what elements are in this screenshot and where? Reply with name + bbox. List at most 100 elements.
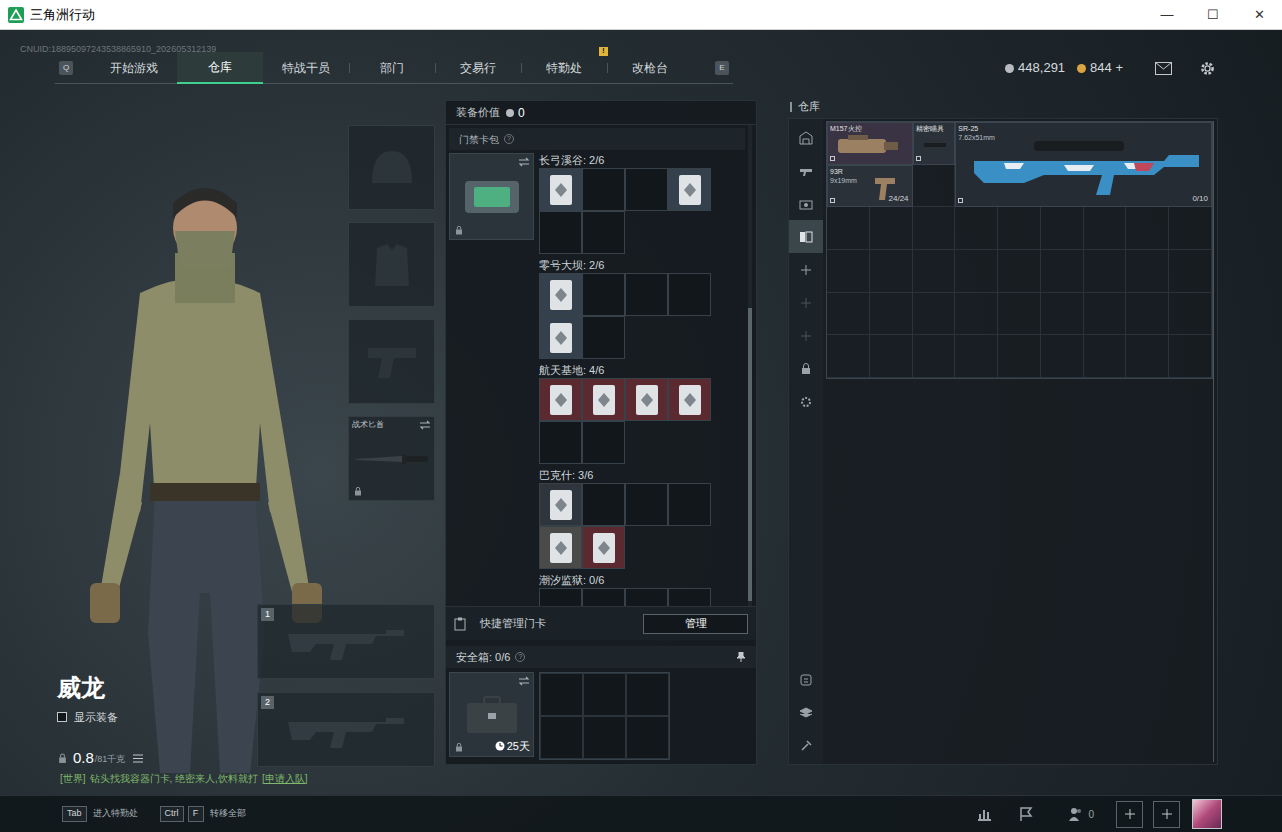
nav-tab[interactable]: 部门: [349, 52, 435, 84]
sidebar-tab[interactable]: [789, 220, 823, 253]
key-hint[interactable]: CtrlF转移全部: [160, 806, 246, 822]
keycard-slot[interactable]: [539, 526, 582, 569]
map-label: 潮汐监狱: 0/6: [539, 573, 711, 588]
sidebar-tab[interactable]: [789, 319, 823, 352]
weapon-slot[interactable]: 2: [257, 692, 435, 767]
nav-tab[interactable]: 特勤处!: [521, 52, 607, 84]
keycard-slot[interactable]: [582, 421, 625, 464]
keycard-slot[interactable]: [582, 211, 625, 254]
mail-icon[interactable]: [1155, 62, 1172, 75]
slot-number: 1: [261, 608, 274, 621]
window-control[interactable]: —: [1144, 0, 1190, 30]
prev-tab-key[interactable]: Q: [59, 61, 73, 75]
nav-tab-label: 部门: [380, 59, 404, 77]
list-icon[interactable]: [133, 754, 143, 763]
keycard-slot[interactable]: [582, 168, 625, 211]
stats-icon[interactable]: [976, 806, 992, 822]
keycard-slot[interactable]: [668, 378, 711, 421]
window-control[interactable]: ✕: [1236, 0, 1282, 30]
keycard-slot[interactable]: [539, 168, 582, 211]
sidebar-tab[interactable]: [789, 187, 823, 220]
swap-icon[interactable]: [518, 676, 530, 686]
keycard-slot[interactable]: [539, 211, 582, 254]
equipment-slot[interactable]: [348, 125, 435, 210]
nav-tab[interactable]: 交易行: [435, 52, 521, 84]
keycard-slot[interactable]: [539, 273, 582, 316]
keycard-slot[interactable]: [539, 316, 582, 359]
join-team-link[interactable]: [申请入队]: [262, 771, 308, 786]
invite-slot[interactable]: [1116, 801, 1143, 828]
nav-tab[interactable]: 开始游戏: [91, 52, 177, 84]
sidebar-tab[interactable]: [789, 154, 823, 187]
keycard-slot[interactable]: [625, 273, 668, 316]
sidebar-tab[interactable]: [789, 729, 823, 762]
warehouse-item[interactable]: 93R9x19mm24/24: [827, 165, 913, 208]
help-icon[interactable]: ?: [504, 134, 514, 144]
weapon-slot[interactable]: 1: [257, 604, 435, 679]
keycard-pack[interactable]: [449, 153, 534, 240]
keycard-slot[interactable]: [539, 421, 582, 464]
hint-label: 进入特勤处: [93, 807, 138, 821]
keycard-slot[interactable]: [539, 588, 582, 606]
keycard-slot[interactable]: [582, 378, 625, 421]
keycard-slot[interactable]: [539, 378, 582, 421]
sidebar-tab[interactable]: [789, 663, 823, 696]
helmet-icon: [367, 148, 417, 188]
player-avatar[interactable]: [1192, 799, 1222, 829]
sidebar-tab[interactable]: [789, 286, 823, 319]
warehouse-item[interactable]: M157火控: [827, 122, 913, 165]
sidebar-tab[interactable]: [789, 352, 823, 385]
swap-icon[interactable]: [518, 157, 530, 167]
window-control[interactable]: ☐: [1190, 0, 1236, 30]
nav-tab[interactable]: 改枪台: [607, 52, 693, 84]
keycard-slot[interactable]: [668, 588, 711, 606]
equipment-slot[interactable]: 战术匕首: [348, 416, 435, 501]
next-tab-key[interactable]: E: [715, 61, 729, 75]
nav-tab[interactable]: 仓库: [177, 52, 263, 84]
invite-slot[interactable]: [1153, 801, 1180, 828]
show-equipment-toggle[interactable]: 显示装备: [57, 710, 143, 724]
plus-icon: [1161, 808, 1173, 820]
keycard-slot[interactable]: [582, 483, 625, 526]
keycard-slot[interactable]: [625, 168, 668, 211]
scrollbar[interactable]: [1213, 121, 1214, 762]
keycard-slot[interactable]: [668, 483, 711, 526]
scrollbar-thumb[interactable]: [748, 308, 752, 601]
sort-icon: [798, 672, 814, 688]
keycard-slot[interactable]: [668, 168, 711, 211]
sidebar-tab[interactable]: [789, 253, 823, 286]
checkbox[interactable]: [57, 712, 67, 722]
scrollbar[interactable]: [748, 125, 752, 606]
keycard-icon: [592, 384, 616, 416]
sidebar-tab[interactable]: [789, 696, 823, 729]
equipment-slot[interactable]: [348, 319, 435, 404]
key-hint[interactable]: Tab进入特勤处: [62, 806, 138, 822]
nav-tab[interactable]: 特战干员: [263, 52, 349, 84]
keycard-slot[interactable]: [582, 316, 625, 359]
manage-button[interactable]: 管理: [643, 614, 748, 634]
coin-icon: [1077, 64, 1086, 73]
gear-icon[interactable]: [1199, 60, 1216, 77]
warehouse-item[interactable]: SR-257.62x51mm0/10: [955, 122, 1212, 207]
keycard-slot[interactable]: [668, 273, 711, 316]
sidebar-tab[interactable]: [789, 121, 823, 154]
keycard-slot[interactable]: [582, 588, 625, 606]
lock-mark: [353, 486, 363, 496]
keycard-slot[interactable]: [625, 483, 668, 526]
help-icon[interactable]: ?: [515, 652, 525, 662]
equipment-slot[interactable]: [348, 222, 435, 307]
keycard-slot[interactable]: [582, 526, 625, 569]
pin-icon[interactable]: [736, 652, 746, 662]
keycard-slot[interactable]: [582, 273, 625, 316]
nav-tab-label: 改枪台: [632, 59, 668, 77]
warehouse-item[interactable]: 精密瞄具: [913, 122, 956, 165]
flag-icon[interactable]: [1018, 806, 1034, 822]
sidebar-tab[interactable]: [789, 385, 823, 418]
safe-case-icon: [464, 695, 520, 735]
safe-box[interactable]: 25天: [449, 672, 534, 757]
keycard-slot[interactable]: [625, 588, 668, 606]
keycard-slot[interactable]: [539, 483, 582, 526]
keycard-slot[interactable]: [625, 378, 668, 421]
swap-icon[interactable]: [419, 420, 431, 430]
friends[interactable]: 0: [1068, 806, 1094, 822]
